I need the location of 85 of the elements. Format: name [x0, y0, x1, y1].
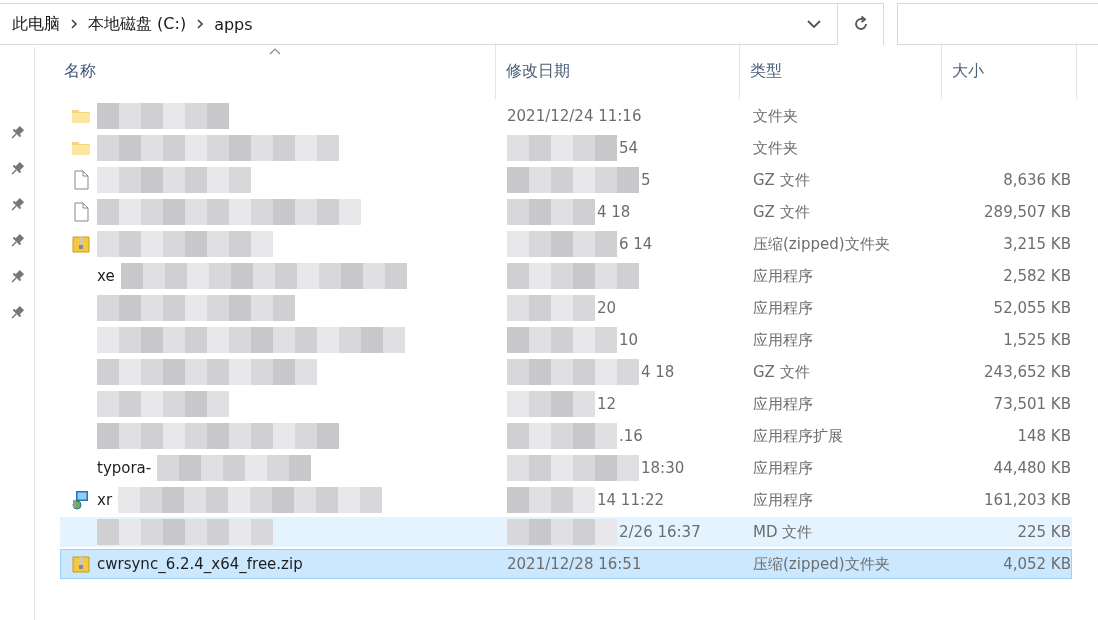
modified-date: 12: [597, 395, 617, 413]
file-row[interactable]: 20 应用程序 52,055 KB: [60, 293, 1072, 323]
file-type: 应用程序扩展: [753, 426, 843, 446]
file-row[interactable]: xe 应用程序 2,582 KB: [60, 261, 1072, 291]
refresh-button[interactable]: [837, 3, 883, 45]
zip-folder-icon: [71, 234, 91, 254]
file-name[interactable]: typora-: [97, 459, 152, 477]
file-row[interactable]: 2/26 16:37 MD 文件 225 KB: [60, 517, 1072, 547]
modified-date: .16: [619, 427, 643, 445]
file-row[interactable]: 6 14 压缩(zipped)文件夹 3,215 KB: [60, 229, 1072, 259]
pin-icon: [9, 125, 25, 141]
column-header[interactable]: 类型: [740, 43, 942, 99]
search-field[interactable]: [897, 3, 1098, 45]
pin-icon: [9, 233, 25, 249]
file-type: 应用程序: [753, 458, 813, 478]
file-size: 148 KB: [1017, 427, 1071, 445]
chevron-right-icon: [70, 19, 78, 29]
file-size: 3,215 KB: [1003, 235, 1071, 253]
file-size: 225 KB: [1017, 523, 1071, 541]
file-row[interactable]: typora- 18:30 应用程序 44,480 KB: [60, 453, 1072, 483]
pin-icon: [9, 161, 25, 177]
column-header[interactable]: 名称: [60, 43, 496, 99]
breadcrumb-item[interactable]: 本地磁盘 (C:): [88, 13, 187, 35]
installer-icon: [71, 490, 91, 510]
file-type: GZ 文件: [753, 202, 810, 222]
modified-date: 18:30: [641, 459, 685, 477]
modified-date: 5: [641, 171, 651, 189]
pin-icon: [9, 305, 25, 321]
file-type: MD 文件: [753, 522, 813, 542]
file-row[interactable]: 10 应用程序 1,525 KB: [60, 325, 1072, 355]
file-size: 8,636 KB: [1003, 171, 1071, 189]
modified-date: 4 18: [597, 203, 631, 221]
zip-folder-icon: [71, 554, 91, 574]
file-row[interactable]: .16 应用程序扩展 148 KB: [60, 421, 1072, 451]
modified-date: 2021/12/28 16:51: [507, 555, 642, 573]
file-size: 52,055 KB: [993, 299, 1071, 317]
modified-date: 10: [619, 331, 639, 349]
chevron-down-icon[interactable]: [807, 19, 821, 29]
file-name[interactable]: xr: [97, 491, 113, 509]
file-size: 289,507 KB: [984, 203, 1071, 221]
file-type: 应用程序: [753, 490, 813, 510]
column-header[interactable]: 修改日期: [496, 43, 740, 99]
file-size: 1,525 KB: [1003, 331, 1071, 349]
modified-date: 20: [597, 299, 617, 317]
breadcrumb-item[interactable]: 此电脑: [12, 13, 60, 35]
breadcrumb-item[interactable]: apps: [214, 14, 253, 34]
modified-date: 2/26 16:37: [619, 523, 701, 541]
modified-date: 4 18: [641, 363, 675, 381]
file-row[interactable]: 2021/12/24 11:16 文件夹: [60, 101, 1072, 131]
file-type: 应用程序: [753, 266, 813, 286]
file-row[interactable]: xr 14 11:22 应用程序 161,203 KB: [60, 485, 1072, 515]
file-size: 161,203 KB: [984, 491, 1071, 509]
modified-date: 54: [619, 139, 639, 157]
file-type: 应用程序: [753, 330, 813, 350]
document-icon: [71, 170, 91, 190]
file-size: 243,652 KB: [984, 363, 1071, 381]
file-name[interactable]: cwrsync_6.2.4_x64_free.zip: [97, 555, 303, 573]
file-type: GZ 文件: [753, 362, 810, 382]
pin-icon: [9, 269, 25, 285]
file-row[interactable]: 5 GZ 文件 8,636 KB: [60, 165, 1072, 195]
file-row[interactable]: 4 18 GZ 文件 289,507 KB: [60, 197, 1072, 227]
chevron-right-icon: [196, 19, 205, 29]
modified-date: 6 14: [619, 235, 653, 253]
file-type: 压缩(zipped)文件夹: [753, 554, 890, 574]
file-row[interactable]: 54 文件夹: [60, 133, 1072, 163]
file-type: GZ 文件: [753, 170, 810, 190]
file-type: 应用程序: [753, 394, 813, 414]
address-bar[interactable]: 此电脑 本地磁盘 (C:) apps: [0, 3, 884, 45]
file-row[interactable]: 12 应用程序 73,501 KB: [60, 389, 1072, 419]
file-row[interactable]: cwrsync_6.2.4_x64_free.zip 2021/12/28 16:51 压缩(zipped)文件夹 4,052 KB: [60, 549, 1072, 579]
file-size: 2,582 KB: [1003, 267, 1071, 285]
pin-icon: [9, 197, 25, 213]
file-type: 文件夹: [753, 138, 798, 158]
modified-date: 2021/12/24 11:16: [507, 107, 642, 125]
file-name[interactable]: xe: [97, 267, 115, 285]
file-type: 文件夹: [753, 106, 798, 126]
file-row[interactable]: 4 18 GZ 文件 243,652 KB: [60, 357, 1072, 387]
file-size: 73,501 KB: [993, 395, 1071, 413]
file-size: 4,052 KB: [1003, 555, 1071, 573]
file-size: 44,480 KB: [993, 459, 1071, 477]
file-type: 压缩(zipped)文件夹: [753, 234, 890, 254]
file-type: 应用程序: [753, 298, 813, 318]
column-header[interactable]: 大小: [942, 43, 1077, 99]
document-icon: [71, 202, 91, 222]
modified-date: 14 11:22: [597, 491, 665, 509]
